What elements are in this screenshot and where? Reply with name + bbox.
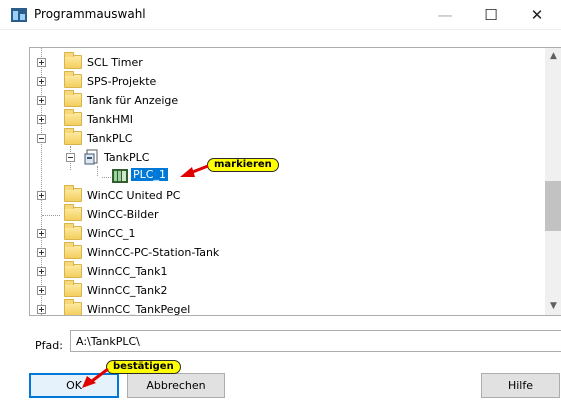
plc-icon <box>112 169 128 183</box>
tree-item[interactable]: WinCC-Bilder <box>30 204 530 225</box>
tree-item[interactable]: Tank für Anzeige <box>30 90 530 111</box>
window-title: Programmauswahl <box>34 7 146 21</box>
tree-item-label: TankPLC <box>104 151 150 164</box>
folder-icon <box>64 90 82 107</box>
folder-icon <box>64 109 82 126</box>
expand-icon[interactable] <box>37 286 46 295</box>
minimize-icon[interactable]: — <box>422 0 468 30</box>
path-input[interactable] <box>70 330 561 352</box>
tree-item[interactable]: SCL Timer <box>30 52 530 73</box>
folder-icon <box>64 185 82 202</box>
tree-item-label: TankPLC <box>87 132 133 145</box>
folder-icon <box>64 204 82 221</box>
tree-item-label: WinnCC-PC-Station-Tank <box>87 246 220 259</box>
tree-item-label: WinCC United PC <box>87 189 181 202</box>
expand-icon[interactable] <box>37 77 46 86</box>
close-icon[interactable]: ✕ <box>514 0 560 30</box>
expand-icon[interactable] <box>37 191 46 200</box>
expand-icon[interactable] <box>37 229 46 238</box>
tree-scrollbar[interactable]: ▲ ▼ <box>545 48 561 315</box>
expand-icon[interactable] <box>37 96 46 105</box>
tree-item-label: WinnCC_Tank1 <box>87 265 168 278</box>
expand-icon[interactable] <box>37 58 46 67</box>
folder-icon <box>64 280 82 297</box>
folder-icon <box>64 223 82 240</box>
confirm-hint-callout: bestätigen <box>106 360 181 374</box>
app-icon <box>11 8 27 22</box>
tree-item-label: PLC_1 <box>131 168 168 181</box>
maximize-icon[interactable]: ☐ <box>468 0 514 30</box>
tree-item-label: SCL Timer <box>87 56 143 69</box>
expand-icon[interactable] <box>37 248 46 257</box>
expand-icon[interactable] <box>37 115 46 124</box>
collapse-icon[interactable] <box>66 153 75 162</box>
tree-item-label: Tank für Anzeige <box>87 94 179 107</box>
scrollbar-thumb[interactable] <box>545 181 561 231</box>
chevron-down-icon[interactable]: ▼ <box>545 298 561 315</box>
tree-item[interactable]: WinCC_1 <box>30 223 530 244</box>
tree-item[interactable]: WinnCC_Tank2 <box>30 280 530 301</box>
project-icon <box>84 149 98 165</box>
tree-item-label: WinCC_1 <box>87 227 136 240</box>
select-hint-arrow <box>180 164 209 177</box>
folder-icon <box>64 128 82 145</box>
tree-item[interactable]: TankPLC <box>30 128 530 149</box>
tree-item[interactable]: WinCC United PC <box>30 185 530 206</box>
program-tree[interactable]: SCL Timer SPS-Projekte Tank für Anzeige … <box>29 47 561 316</box>
tree-item[interactable]: TankHMI <box>30 109 530 130</box>
tree-item[interactable]: WinnCC_Tank1 <box>30 261 530 282</box>
folder-icon <box>64 52 82 69</box>
chevron-up-icon[interactable]: ▲ <box>545 48 561 65</box>
folder-icon <box>64 71 82 88</box>
tree-item-label: WinCC-Bilder <box>87 208 159 221</box>
select-hint-callout: markieren <box>207 158 279 172</box>
tree-item[interactable]: WinnCC-PC-Station-Tank <box>30 242 530 263</box>
tree-item[interactable]: SPS-Projekte <box>30 71 530 92</box>
path-label: Pfad: <box>35 339 63 352</box>
tree-item[interactable]: WinnCC_TankPegel <box>30 299 530 316</box>
tree-item-label: TankHMI <box>87 113 133 126</box>
title-bar: Programmauswahl — ☐ ✕ <box>0 0 561 30</box>
tree-item-label: SPS-Projekte <box>87 75 157 88</box>
collapse-icon[interactable] <box>37 134 46 143</box>
folder-icon <box>64 242 82 259</box>
expand-icon[interactable] <box>37 305 46 314</box>
cancel-button[interactable]: Abbrechen <box>127 373 225 398</box>
expand-icon[interactable] <box>37 267 46 276</box>
tree-item[interactable]: TankPLC <box>30 148 530 168</box>
tree-item-label: WinnCC_Tank2 <box>87 284 168 297</box>
help-button[interactable]: Hilfe <box>481 373 560 398</box>
folder-icon <box>64 261 82 278</box>
tree-item-label: WinnCC_TankPegel <box>87 303 191 316</box>
confirm-hint-arrow <box>82 367 109 388</box>
tree-item[interactable]: PLC_1 <box>30 167 530 187</box>
folder-icon <box>64 299 82 315</box>
tree-guide-line <box>42 215 60 216</box>
